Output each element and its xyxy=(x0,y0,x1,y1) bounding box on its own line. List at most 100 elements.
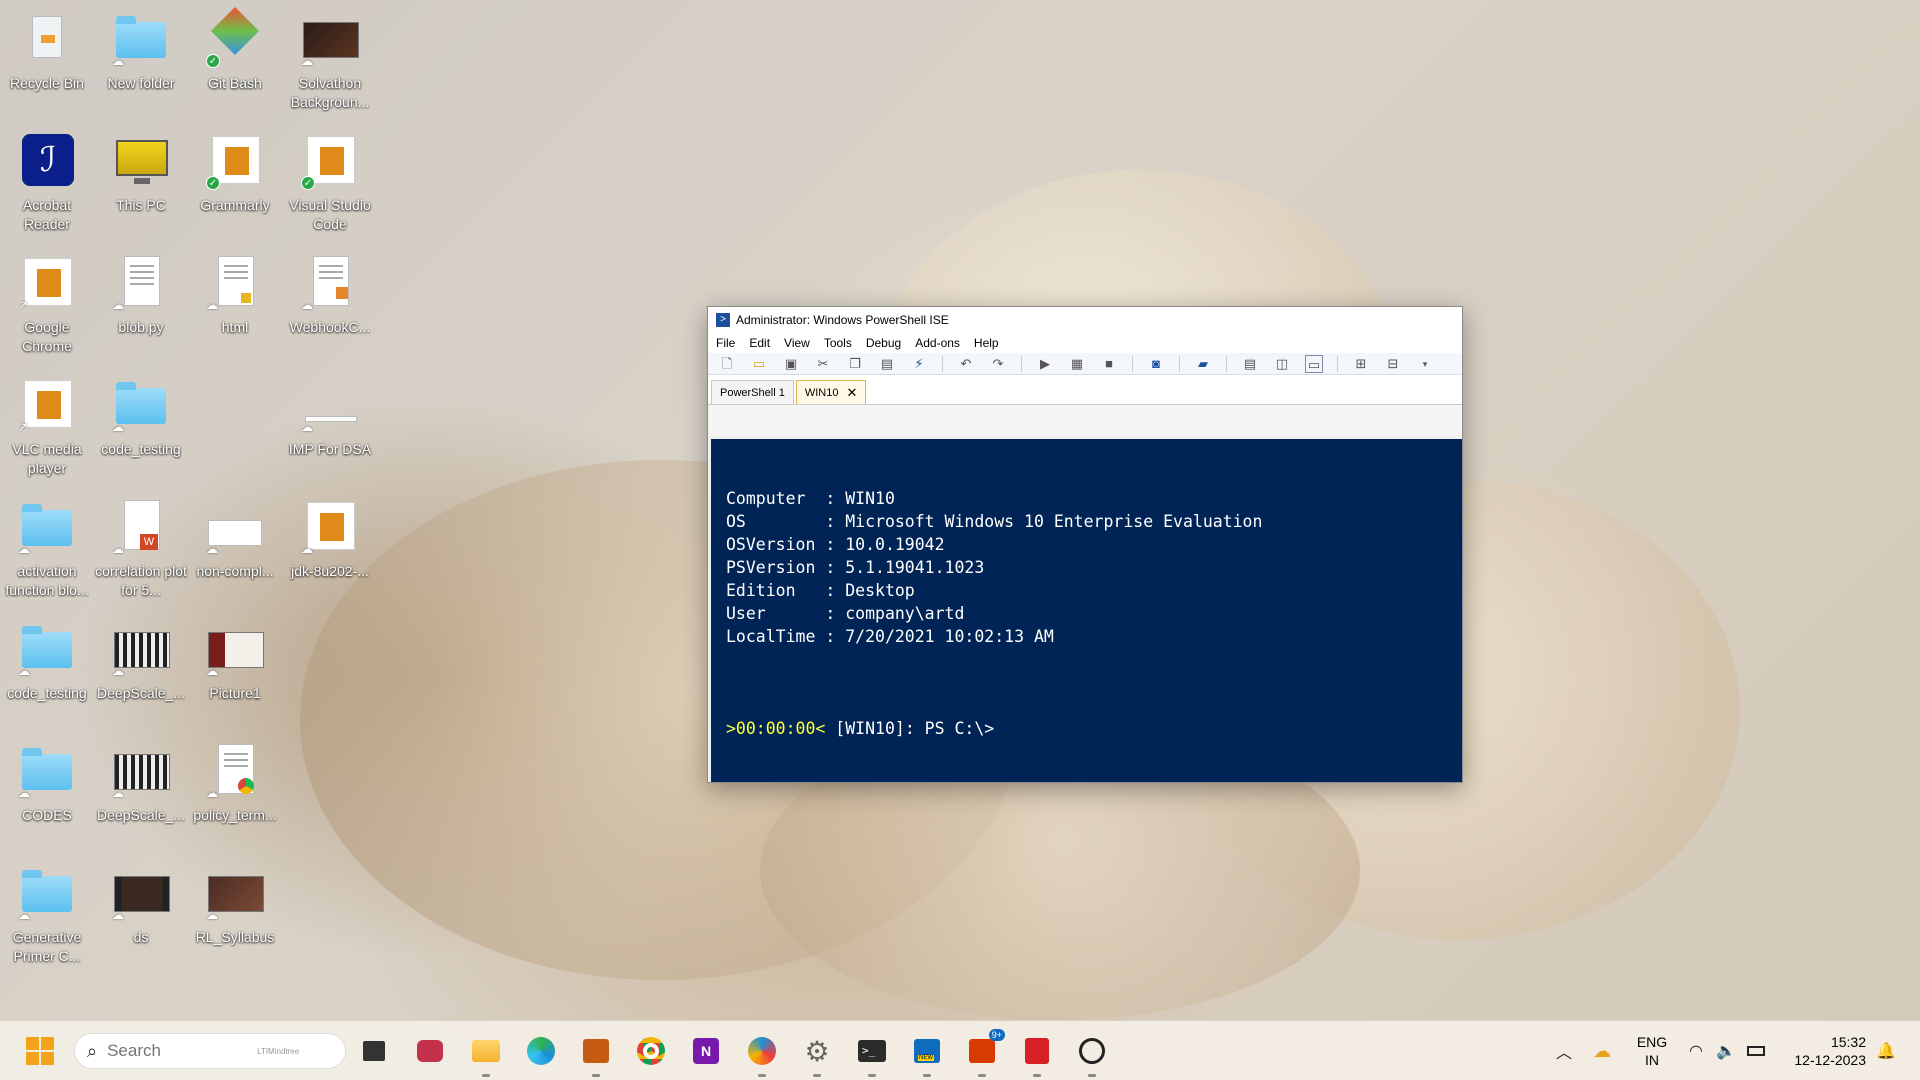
desktop-icon-code-testing-2[interactable]: ☁ code_testing xyxy=(0,614,94,732)
desktop-icon-vscode[interactable]: ✓ Visual Studio Code xyxy=(283,126,377,244)
desktop-icon-deepscale-1[interactable]: ☁ DeepScale_... xyxy=(94,614,188,732)
start-button[interactable] xyxy=(22,1033,58,1069)
desktop-icon-git-bash[interactable]: ✓ Git Bash xyxy=(188,4,282,122)
taskbar: ⌕ LTIMindtree N ⚙ >_ NEW 9+ ︿ ☁ ENG IN ◠… xyxy=(0,1020,1920,1080)
show-hidden-icons-button[interactable]: ︿ xyxy=(1546,1033,1582,1069)
toolbar-overflow-icon[interactable]: ▾ xyxy=(1416,355,1434,373)
desktop-icon-vlc[interactable]: ↗ VLC media player xyxy=(0,370,94,488)
powershell-ise-window[interactable]: > Administrator: Windows PowerShell ISE … xyxy=(707,306,1463,783)
desktop-icon-rl-syllabus[interactable]: ☁ RL_Syllabus xyxy=(188,858,282,976)
desktop-icon-correlation-plot[interactable]: W ☁ correlation plot for 5... xyxy=(94,492,188,610)
outlook-button[interactable]: NEW xyxy=(909,1033,945,1077)
file-explorer-button[interactable] xyxy=(468,1033,504,1077)
desktop-icon-codes[interactable]: ☁ CODES xyxy=(0,736,94,854)
console-line: OS : Microsoft Windows 10 Enterprise Eva… xyxy=(726,512,1263,531)
desktop-icon-recycle-bin[interactable]: Recycle Bin xyxy=(0,4,94,122)
close-icon[interactable]: ✕ xyxy=(846,382,857,404)
task-view-button[interactable] xyxy=(356,1033,392,1069)
copy-icon[interactable]: ❐ xyxy=(846,355,864,373)
run-script-icon[interactable]: ▶ xyxy=(1036,355,1054,373)
search-input[interactable] xyxy=(107,1041,258,1061)
desktop-icon-html[interactable]: ☁ html xyxy=(188,248,282,366)
tab-powershell-1[interactable]: PowerShell 1 xyxy=(711,380,794,404)
title-bar[interactable]: > Administrator: Windows PowerShell ISE xyxy=(708,307,1462,333)
desktop-icon-policy-term[interactable]: ☁ policy_term... xyxy=(188,736,282,854)
cut-icon[interactable]: ✂ xyxy=(814,355,832,373)
menu-file[interactable]: File xyxy=(716,336,735,350)
edge-button[interactable] xyxy=(523,1033,559,1069)
menu-help[interactable]: Help xyxy=(974,336,999,350)
open-folder-icon[interactable]: ▭ xyxy=(750,355,768,373)
store-button[interactable] xyxy=(578,1033,614,1077)
desktop-icon-non-compl[interactable]: ☁ non-compl... xyxy=(188,492,282,610)
desktop-icon-ds[interactable]: ☁ ds xyxy=(94,858,188,976)
desktop-icon-generative-primer[interactable]: ☁ Generative Primer C... xyxy=(0,858,94,976)
start-powershell-icon[interactable]: ▰ xyxy=(1194,355,1212,373)
search-icon: ⌕ xyxy=(87,1040,98,1061)
script-pane-top-icon[interactable]: ▤ xyxy=(1241,355,1259,373)
desktop-icon-grammarly[interactable]: ✓ Grammarly xyxy=(188,126,282,244)
outlook-icon: NEW xyxy=(914,1039,940,1063)
desktop-icon-webhook[interactable]: ☁ WebhookC... xyxy=(283,248,377,366)
desktop-icon-activation-function[interactable]: ☁ activation function blo... xyxy=(0,492,94,610)
desktop-icon-acrobat-reader[interactable]: ℐ Acrobat Reader xyxy=(0,126,94,244)
script-pane-right-icon[interactable]: ◫ xyxy=(1273,355,1291,373)
folder-icon: ☁ xyxy=(112,10,170,68)
show-command-addon-icon[interactable]: ⊟ xyxy=(1384,355,1402,373)
taskbar-search[interactable]: ⌕ LTIMindtree xyxy=(74,1033,346,1069)
desktop-icon-jdk[interactable]: ☁ jdk-8u202-... xyxy=(283,492,377,610)
clock[interactable]: 15:32 12-12-2023 xyxy=(1782,1033,1866,1069)
terminal-button[interactable]: >_ xyxy=(854,1033,890,1077)
menu-debug[interactable]: Debug xyxy=(866,336,901,350)
console-prompt[interactable]: >00:00:00< [WIN10]: PS C:\> xyxy=(726,719,1447,738)
desktop-icon-solvathon[interactable]: ☁ Solvathon Backgroun... xyxy=(283,4,377,122)
console-pane[interactable]: Computer : WIN10 OS : Microsoft Windows … xyxy=(711,439,1462,782)
language-indicator[interactable]: ENG IN xyxy=(1632,1033,1672,1069)
menu-view[interactable]: View xyxy=(784,336,810,350)
desktop-icon-code-testing[interactable]: ☁ code_testing xyxy=(94,370,188,488)
settings-button[interactable]: ⚙ xyxy=(799,1033,835,1077)
desktop-icon-google-chrome[interactable]: ↗ Google Chrome xyxy=(0,248,94,366)
clock-app-button[interactable] xyxy=(1074,1033,1110,1077)
console-line: Computer : WIN10 xyxy=(726,489,895,508)
stop-icon[interactable]: ■ xyxy=(1100,355,1118,373)
battery-icon xyxy=(1747,1046,1765,1056)
region-code: IN xyxy=(1645,1052,1659,1068)
document-icon: ☁ xyxy=(206,742,264,800)
clear-console-icon[interactable]: ⚡ xyxy=(910,355,928,373)
acrobat-button[interactable] xyxy=(1019,1033,1055,1077)
battery-button[interactable] xyxy=(1738,1033,1774,1069)
notifications-button[interactable]: 🔔 xyxy=(1868,1033,1904,1069)
desktop-icon-blob-py[interactable]: ☁ blob.py xyxy=(94,248,188,366)
script-pane-maximized-icon[interactable]: ▭ xyxy=(1305,354,1323,373)
tab-win10[interactable]: WIN10 ✕ xyxy=(795,380,867,404)
onenote-icon: N xyxy=(693,1038,719,1064)
paste-icon[interactable]: ▤ xyxy=(878,355,896,373)
redo-icon[interactable]: ↷ xyxy=(989,355,1007,373)
toolbar-divider xyxy=(1132,355,1133,372)
desktop-icon-this-pc[interactable]: This PC xyxy=(94,126,188,244)
snipping-tool-button[interactable] xyxy=(744,1033,780,1077)
desktop-icon-picture1[interactable]: ☁ Picture1 xyxy=(188,614,282,732)
menu-tools[interactable]: Tools xyxy=(824,336,852,350)
desktop-icon-new-folder[interactable]: ☁ New folder xyxy=(94,4,188,122)
new-file-icon[interactable]: 🗋 xyxy=(718,355,736,373)
onedrive-button[interactable]: ☁ xyxy=(1584,1033,1620,1069)
file-explorer-icon xyxy=(472,1040,500,1062)
office-icon: 9+ xyxy=(969,1029,1005,1063)
remote-powershell-icon[interactable]: ◙ xyxy=(1147,355,1165,373)
teams-button[interactable] xyxy=(412,1033,448,1069)
bell-icon: 🔔 xyxy=(1876,1043,1896,1060)
office-button[interactable]: 9+ xyxy=(964,1029,1005,1077)
chrome-button[interactable] xyxy=(633,1033,669,1069)
run-selection-icon[interactable]: ▦ xyxy=(1068,355,1086,373)
onenote-button[interactable]: N xyxy=(688,1033,724,1069)
task-view-icon xyxy=(363,1041,385,1061)
undo-icon[interactable]: ↶ xyxy=(957,355,975,373)
menu-add-ons[interactable]: Add-ons xyxy=(915,336,960,350)
desktop-icon-imp-for-dsa[interactable]: ☁ IMP For DSA xyxy=(283,370,377,488)
save-icon[interactable]: ▣ xyxy=(782,355,800,373)
show-script-pane-icon[interactable]: ⊞ xyxy=(1352,355,1370,373)
desktop-icon-deepscale-2[interactable]: ☁ DeepScale_... xyxy=(94,736,188,854)
menu-edit[interactable]: Edit xyxy=(749,336,770,350)
